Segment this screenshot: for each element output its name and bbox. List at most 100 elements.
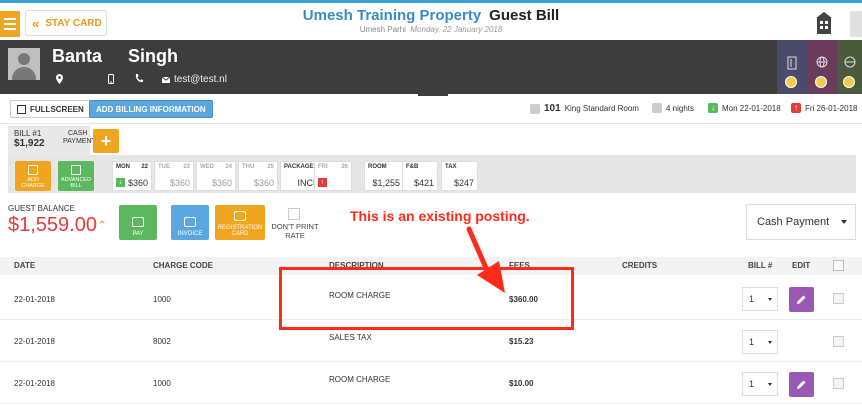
annotation-text: This is an existing posting. [350,208,530,224]
col-date[interactable]: DATE [14,261,35,270]
night-cell-fri[interactable]: FRI 26 ↑ [314,161,352,191]
nights-count: 4 nights [666,103,695,113]
building-icon[interactable] [816,12,832,34]
row-charge-code: 8002 [153,337,171,346]
night-rate: $360 [211,178,232,188]
bill-tab-payment-type: CASH PAYMENT [63,130,96,146]
bill-number-select[interactable]: 1 [742,372,778,396]
room-total-value: $1,255 [372,178,400,188]
location-icon [56,74,63,84]
departure-date: Fri 26-01-2018 [805,103,858,113]
arrival-arrow-icon: ↓ [708,103,718,113]
status-tile-3[interactable] [837,40,862,94]
night-date: 24 [225,164,232,170]
add-bill-button[interactable]: + [93,129,119,153]
advanced-bill-icon [71,165,81,175]
night-day: WED [200,164,214,170]
business-date: Monday, 22 January 2018 [410,25,503,34]
tax-total-label: TAX [445,164,457,170]
fb-total-label: F&B [406,164,419,170]
bill-number-select[interactable]: 1 [742,287,778,311]
add-charge-button[interactable]: ADD CHARGE [15,161,51,191]
avatar [8,48,40,80]
caret-down-icon [841,220,847,224]
wallet-icon [132,217,144,227]
annotation-highlight-box [279,267,574,330]
col-bill[interactable]: BILL # [748,261,772,270]
payment-type-value: Cash Payment [757,216,830,228]
stay-card-button[interactable]: « STAY CARD [25,10,107,36]
guest-header: Banta Singh test@test.nl [0,40,862,94]
guest-first-name: Banta [52,46,103,66]
bill-number-select[interactable]: 1 [742,330,778,354]
col-edit: EDIT [792,261,811,270]
night-cell-mon[interactable]: MON 22 ↓ $360 [112,161,152,191]
night-cell-thu[interactable]: THU 25 $360 [238,161,278,191]
pay-button[interactable]: PAY [119,205,157,240]
invoice-icon [184,217,196,227]
night-date: 26 [341,164,348,170]
phone-icon [135,74,143,83]
edit-button[interactable] [789,287,814,312]
edit-button[interactable] [789,372,814,397]
double-chevron-up-icon[interactable]: ⌃ [98,220,106,231]
night-day: THU [242,164,255,170]
col-charge-code[interactable]: CHARGE CODE [153,261,213,270]
room-info: 101 King Standard Room [530,103,639,114]
select-all-checkbox[interactable] [833,260,844,271]
advanced-bill-label-2: BILL [70,183,82,189]
add-billing-information-button[interactable]: ADD BILLING INFORMATION [89,100,213,118]
pencil-icon [797,380,806,389]
status-tile-1[interactable] [777,40,807,94]
departure-arrow-icon: ↑ [791,103,801,113]
payment-type-select[interactable]: Cash Payment [746,204,856,240]
row-description: ROOM CHARGE [329,375,391,384]
menu-icon[interactable] [0,11,20,37]
page-name: Guest Bill [489,7,560,24]
room-number: 101 [544,103,561,114]
row-checkbox[interactable] [833,293,844,304]
caret-down-icon [768,383,772,386]
guest-email[interactable]: test@test.nl [162,74,227,85]
row-date: 22-01-2018 [14,379,55,388]
row-date: 22-01-2018 [14,295,55,304]
property-name: Umesh Training Property [302,7,482,24]
side-panel-handle[interactable] [850,11,862,37]
row-charge-code: 1000 [153,379,171,388]
row-checkbox[interactable] [833,378,844,389]
packages-label: PACKAGES [284,164,318,170]
dont-print-rate-checkbox[interactable] [288,208,300,220]
row-fees: $15.23 [509,337,534,346]
col-credits[interactable]: CREDITS [622,261,657,270]
night-day: FRI [318,164,328,170]
fb-total-value: $421 [413,178,434,188]
invoice-button[interactable]: INVOICE [171,205,209,240]
arrival-date: Mon 22-01-2018 [722,103,781,113]
registration-card-button[interactable]: REGISTRATION CARD [215,205,265,240]
guest-balance-amount: $1,559.00 [8,214,97,236]
tax-total-value: $247 [453,178,474,188]
arrival-arrow-icon: ↓ [116,178,125,187]
caret-down-icon [768,341,772,344]
invoice-label: INVOICE [177,231,203,237]
registration-card-label-2: CARD [231,231,249,237]
room-total-cell: ROOM $1,255 [364,161,404,191]
row-description: SALES TAX [329,333,372,342]
row-checkbox[interactable] [833,336,844,347]
caret-down-icon [768,298,772,301]
night-cell-tue[interactable]: TUE 23 $360 [154,161,194,191]
table-row[interactable]: 22-01-2018 1000 ROOM CHARGE $10.00 1 [0,364,862,404]
stay-card-label: STAY CARD [45,17,102,29]
payment-type-line1: CASH [68,130,88,137]
bill-tab-1[interactable]: BILL #1 $1,922 CASH PAYMENT [8,126,96,155]
fullscreen-button[interactable]: FULLSCREEN [10,100,91,118]
globe-icon [844,56,856,68]
dont-print-rate-label: DON'T PRINT RATE [271,222,319,240]
tax-total-cell: TAX $247 [441,161,478,191]
night-day: TUE [158,164,170,170]
night-cell-wed[interactable]: WED 24 $360 [196,161,236,191]
advanced-bill-button[interactable]: ADVANCED BILL [58,161,94,191]
bill-toolbar: FULLSCREEN ADD BILLING INFORMATION 101 K… [0,96,862,124]
night-date: 22 [141,164,148,170]
status-tile-2[interactable] [807,40,837,94]
